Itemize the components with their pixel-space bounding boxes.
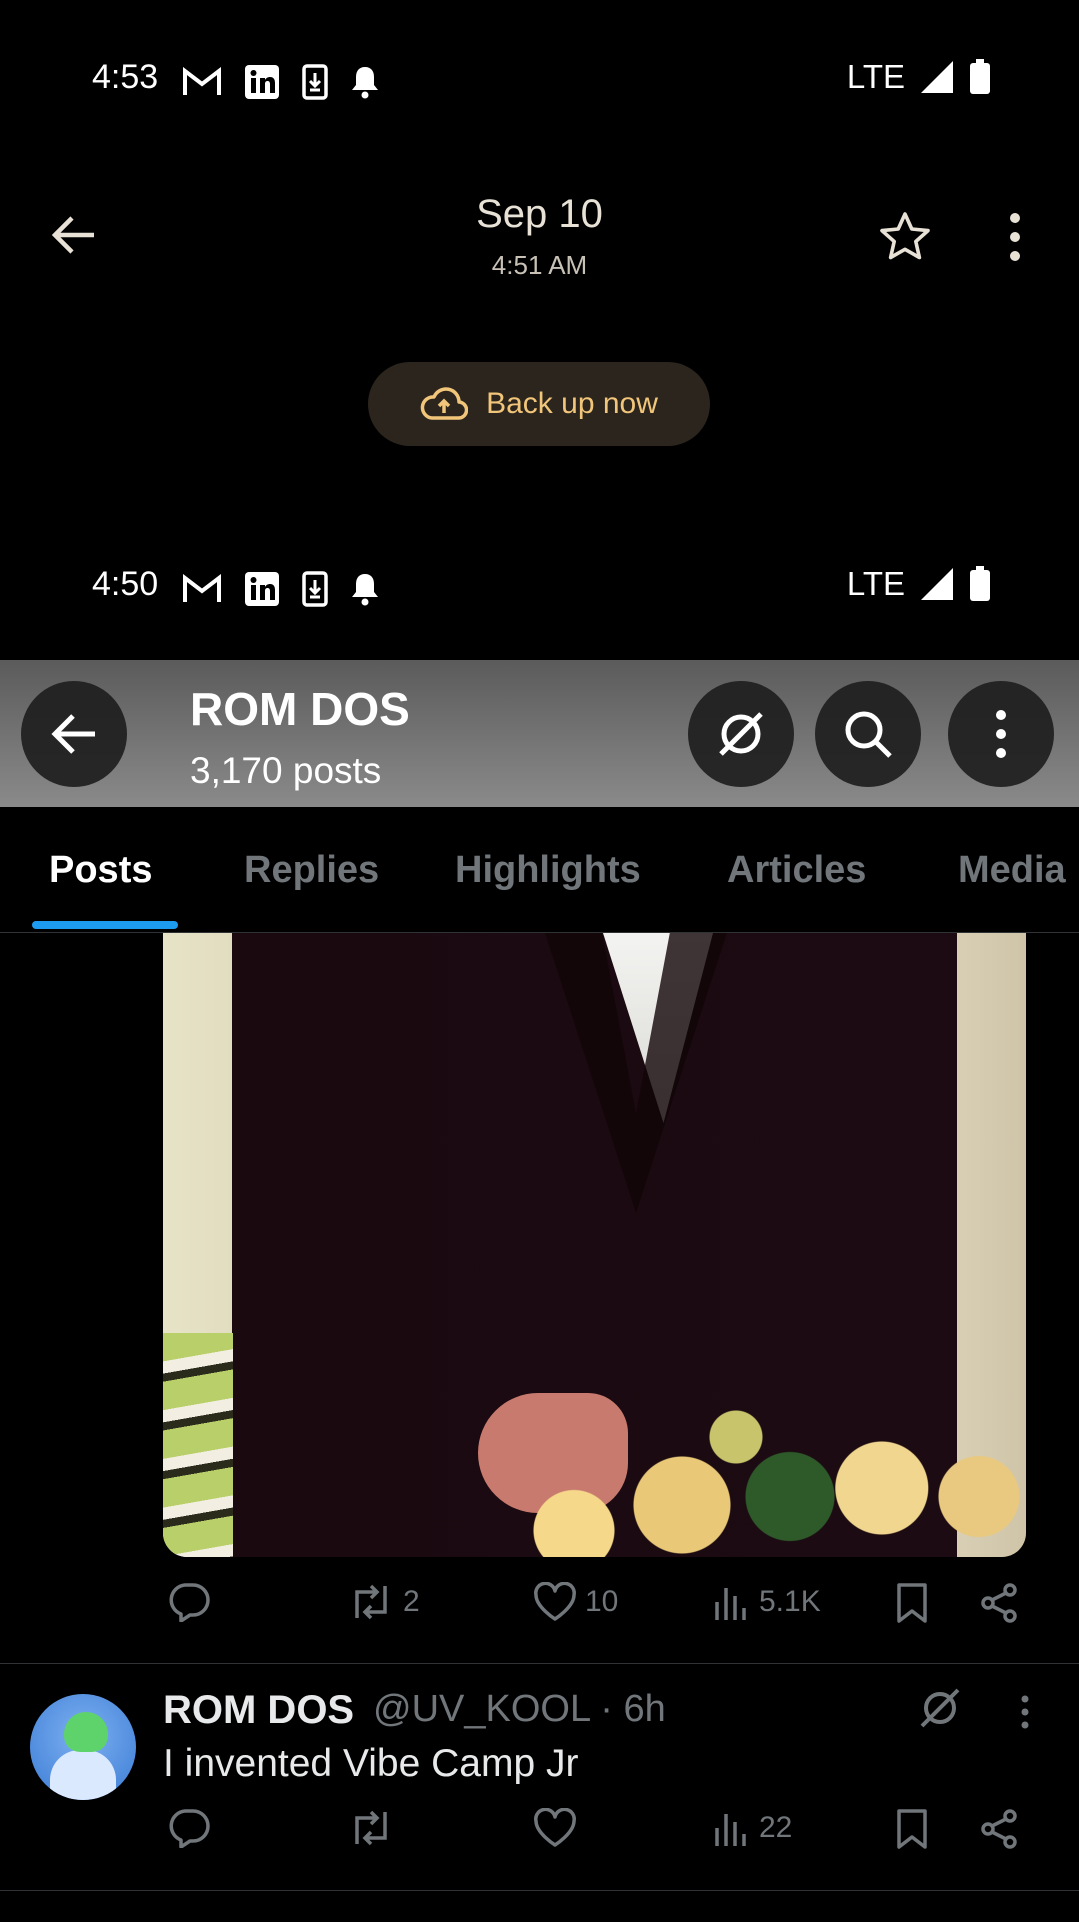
bookmark-icon (897, 1809, 927, 1849)
back-button[interactable] (21, 681, 127, 787)
grok-button[interactable] (688, 681, 794, 787)
profile-name: ROM DOS (190, 683, 410, 735)
repost-icon (355, 1810, 387, 1846)
avatar-figure (64, 1712, 108, 1752)
download-icon (302, 571, 328, 607)
like-button[interactable]: 10 (533, 1582, 618, 1622)
reply-icon (169, 1809, 210, 1848)
heart-icon (534, 1582, 576, 1621)
notification-icons (182, 571, 380, 607)
post-author-handle: @UV_KOOL · 6h (373, 1688, 666, 1730)
like-button[interactable] (533, 1808, 585, 1848)
signal-icon (921, 568, 953, 600)
post-action-bar: 2 10 5.1K (163, 1582, 1033, 1642)
repost-count: 2 (403, 1585, 420, 1618)
gmail-icon (183, 574, 221, 602)
views-icon (715, 1814, 746, 1846)
linkedin-icon (245, 65, 279, 99)
gmail-icon (183, 67, 221, 95)
bookmark-button[interactable] (895, 1582, 929, 1624)
reply-icon (169, 1583, 210, 1622)
more-vert-icon (996, 710, 1006, 758)
bookmark-icon (897, 1583, 927, 1623)
more-options-button[interactable] (948, 681, 1054, 787)
avatar-figure (50, 1750, 116, 1800)
post-divider (0, 1890, 1079, 1891)
photo-viewer-header: Sep 10 4:51 AM (0, 180, 1079, 300)
more-vert-icon[interactable] (1000, 210, 1030, 264)
avatar[interactable] (30, 1694, 136, 1800)
reply-button[interactable] (167, 1808, 211, 1848)
tab-articles[interactable]: Articles (727, 849, 866, 892)
network-type: LTE (846, 58, 905, 95)
status-bar: 4:53 LTE (0, 20, 1079, 100)
image-detail (163, 1333, 233, 1557)
grok-icon (719, 712, 763, 756)
bell-icon (352, 574, 378, 606)
post-media-image[interactable] (163, 933, 1026, 1557)
bookmark-button[interactable] (895, 1808, 929, 1850)
views-button[interactable]: 22 (711, 1808, 792, 1848)
signal-icon (921, 61, 953, 93)
post-text: I invented Vibe Camp Jr (163, 1742, 579, 1785)
image-detail (493, 1403, 1026, 1557)
more-vert-icon[interactable] (1018, 1694, 1032, 1730)
search-icon (845, 711, 892, 758)
tab-media[interactable]: Media (958, 849, 1066, 892)
profile-tabs: Posts Replies Highlights Articles Media (0, 807, 1079, 933)
reply-button[interactable] (167, 1582, 211, 1622)
like-count: 10 (585, 1585, 619, 1618)
search-button[interactable] (815, 681, 921, 787)
post-action-bar: 22 (163, 1808, 1033, 1868)
linkedin-icon (245, 572, 279, 606)
screenshot-status-bar: 4:50 LTE (0, 527, 1079, 607)
post-count: 3,170 posts (190, 750, 382, 791)
status-time: 4:53 (92, 58, 159, 96)
view-count: 22 (759, 1811, 793, 1844)
notification-icons (182, 64, 380, 100)
heart-icon (534, 1808, 576, 1847)
views-icon (715, 1588, 746, 1620)
post-author-name[interactable]: ROM DOS (163, 1688, 354, 1733)
tab-replies[interactable]: Replies (244, 849, 379, 892)
repost-icon (355, 1584, 387, 1620)
download-icon (302, 64, 328, 100)
share-button[interactable] (979, 1582, 1019, 1624)
star-icon[interactable] (878, 210, 932, 264)
active-tab-indicator (32, 921, 178, 929)
tab-posts[interactable]: Posts (49, 849, 152, 892)
grok-icon[interactable] (916, 1684, 964, 1732)
bell-icon (352, 67, 378, 99)
views-button[interactable]: 5.1K (711, 1582, 821, 1622)
share-button[interactable] (979, 1808, 1019, 1850)
profile-header: ROM DOS 3,170 posts (0, 660, 1079, 807)
backup-now-button[interactable]: Back up now (368, 362, 710, 446)
backup-label: Back up now (486, 387, 658, 420)
share-icon (981, 1809, 1017, 1849)
cloud-upload-icon (420, 387, 469, 420)
share-icon (981, 1583, 1017, 1623)
repost-button[interactable] (347, 1808, 403, 1848)
network-type: LTE (846, 565, 905, 602)
repost-button[interactable]: 2 (347, 1582, 420, 1622)
battery-icon (970, 59, 990, 94)
back-arrow-icon (51, 714, 95, 754)
tab-highlights[interactable]: Highlights (455, 849, 641, 892)
status-time: 4:50 (92, 565, 159, 603)
battery-icon (970, 566, 990, 601)
view-count: 5.1K (759, 1585, 821, 1618)
